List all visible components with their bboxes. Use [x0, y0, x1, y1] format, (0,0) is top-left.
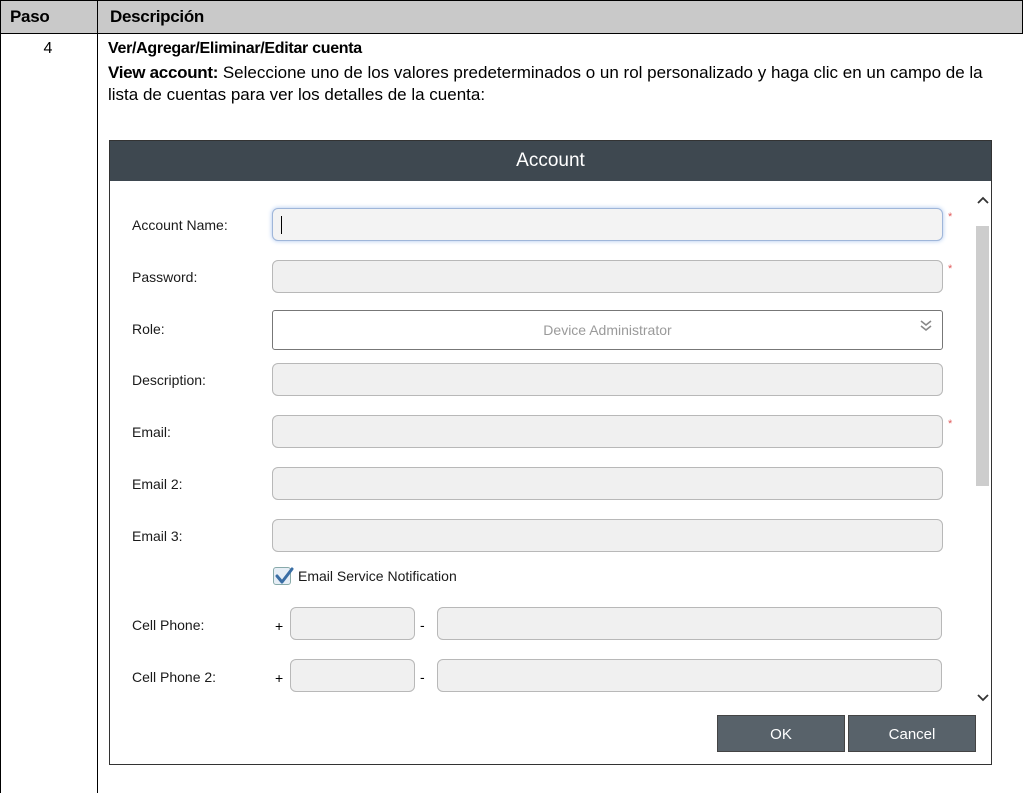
header-description: Descripción — [110, 7, 205, 26]
email3-label: Email 3: — [132, 528, 183, 544]
cell-phone2-number-input[interactable] — [437, 659, 942, 692]
table-column-divider — [97, 0, 98, 793]
table-left-border — [0, 0, 1, 793]
email2-input[interactable] — [272, 467, 943, 500]
dash-sign: - — [420, 669, 425, 685]
required-marker: * — [948, 263, 953, 275]
step-body-text: Seleccione uno de los valores predetermi… — [108, 63, 983, 104]
role-selected-value: Device Administrator — [543, 322, 672, 338]
account-name-label: Account Name: — [132, 217, 228, 233]
cell-phone-label: Cell Phone: — [132, 617, 205, 633]
cancel-button[interactable]: Cancel — [848, 715, 976, 752]
ok-button[interactable]: OK — [717, 715, 845, 752]
chevron-down-icon[interactable] — [976, 691, 990, 706]
required-marker: * — [948, 211, 953, 223]
step-title: Ver/Agregar/Eliminar/Editar cuenta — [108, 40, 362, 57]
password-label: Password: — [132, 269, 198, 285]
text-caret — [281, 216, 282, 234]
cell-phone2-country-input[interactable] — [290, 659, 415, 692]
description-input[interactable] — [272, 363, 943, 396]
description-label: Description: — [132, 372, 206, 388]
dialog-title: Account — [110, 141, 991, 181]
email-notification-checkbox[interactable] — [273, 567, 294, 585]
chevron-up-icon[interactable] — [976, 193, 990, 208]
required-marker: * — [948, 418, 953, 430]
email-label: Email: — [132, 424, 171, 440]
email3-input[interactable] — [272, 519, 943, 552]
table-right-border — [1022, 0, 1023, 34]
account-dialog: Account Account Name: * Password: * Role… — [109, 140, 992, 765]
header-step: Paso — [10, 7, 50, 26]
email2-label: Email 2: — [132, 476, 183, 492]
scrollbar-thumb[interactable] — [976, 226, 989, 486]
email-notification-label: Email Service Notification — [298, 568, 457, 584]
plus-sign: + — [275, 618, 284, 634]
dialog-body: Account Name: * Password: * Role: Device… — [110, 181, 991, 764]
checkmark-icon — [275, 567, 294, 584]
dash-sign: - — [420, 617, 425, 633]
table-header-row: Paso Descripción — [0, 0, 1023, 34]
step-body: View account: Seleccione uno de los valo… — [108, 62, 1013, 106]
cell-phone2-label: Cell Phone 2: — [132, 669, 217, 685]
account-name-input[interactable] — [272, 208, 943, 241]
double-chevron-down-icon — [920, 319, 932, 336]
plus-sign: + — [275, 670, 284, 686]
cell-phone-country-input[interactable] — [290, 607, 415, 640]
step-number: 4 — [43, 40, 53, 57]
role-select[interactable]: Device Administrator — [272, 310, 943, 350]
email-input[interactable] — [272, 415, 943, 448]
step-body-bold: View account: — [108, 63, 219, 82]
cell-phone-number-input[interactable] — [437, 607, 942, 640]
password-input[interactable] — [272, 260, 943, 293]
role-label: Role: — [132, 321, 165, 337]
